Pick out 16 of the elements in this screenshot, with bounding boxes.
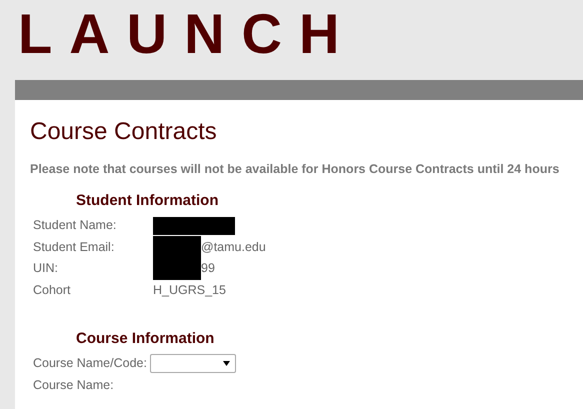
field-value: 99 (201, 260, 215, 278)
course-dropdown[interactable] (150, 354, 236, 373)
field-label: Student Name: (33, 218, 116, 232)
field-label: Student Email: (33, 240, 114, 254)
field-label: Course Name: (33, 378, 114, 392)
field-value: @tamu.edu (201, 238, 266, 256)
section-heading: Course Information (76, 328, 214, 349)
section-heading: Student Information (76, 190, 218, 211)
field-value: H_UGRS_15 (153, 282, 226, 299)
field-label: Cohort (33, 282, 71, 297)
dropdown-arrow-icon (222, 361, 230, 366)
notice-text: Please note that courses will not be available for Honors Course Contracts until 24 hours (30, 161, 560, 178)
field-label: Course Name/Code: (33, 355, 147, 372)
logo: LAUNCH (17, 1, 358, 67)
page-title: Course Contracts (30, 117, 217, 147)
field-label: UIN: (33, 261, 58, 276)
